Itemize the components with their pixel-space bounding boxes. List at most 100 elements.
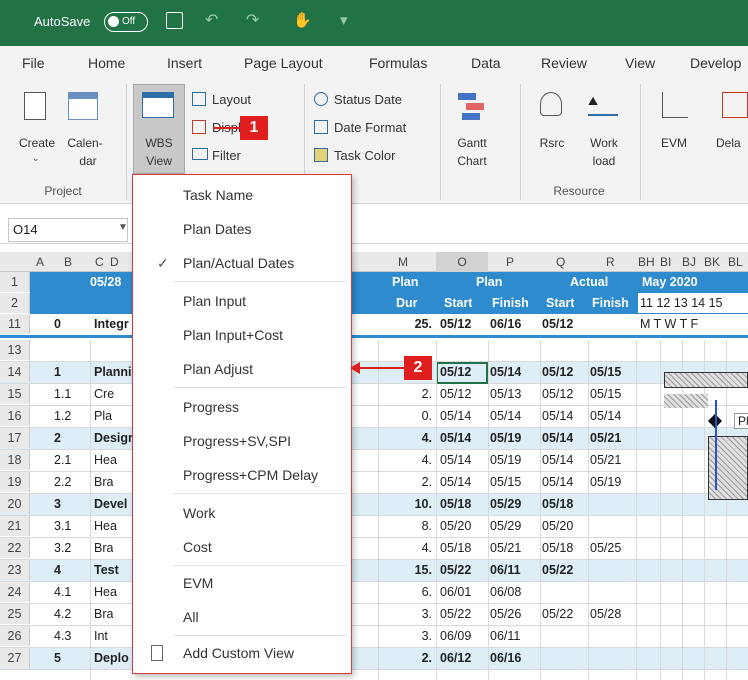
delay-icon <box>722 92 748 118</box>
row-actual-finish: 05/21 <box>590 453 622 467</box>
workload-button[interactable]: Work <box>582 134 626 152</box>
tab-home[interactable]: Home <box>88 55 125 71</box>
quick-access-more-icon[interactable]: ▾ <box>340 11 348 29</box>
row-finish: 05/13 <box>490 387 522 401</box>
menu-item-add-custom-view[interactable]: Add Custom View <box>183 645 294 661</box>
tab-file[interactable]: File <box>22 55 45 71</box>
gantt-chart-button[interactable]: Gantt <box>446 134 498 152</box>
name-box[interactable]: O14 <box>8 218 128 242</box>
col-header-bh[interactable]: BH <box>638 255 655 269</box>
create-button[interactable]: Create <box>12 134 62 152</box>
row-number[interactable]: 22 <box>0 538 30 558</box>
row-number[interactable]: 13 <box>0 340 30 360</box>
tab-insert[interactable]: Insert <box>167 55 202 71</box>
menu-separator <box>173 281 347 282</box>
col-header-bj[interactable]: BJ <box>682 255 696 269</box>
layout-button[interactable]: Layout <box>212 92 251 107</box>
row-number[interactable]: 19 <box>0 472 30 492</box>
col-header-o[interactable]: O <box>436 252 488 272</box>
menu-item-progress-sv-spi[interactable]: Progress+SV,SPI <box>183 433 291 449</box>
task-color-button[interactable]: Task Color <box>334 148 395 163</box>
tab-developer[interactable]: Develop <box>690 55 741 71</box>
menu-item-plan-input-cost[interactable]: Plan Input+Cost <box>183 327 283 343</box>
row-number[interactable]: 25 <box>0 604 30 624</box>
menu-item-all[interactable]: All <box>183 609 199 625</box>
row-number[interactable]: 23 <box>0 560 30 580</box>
col-header-a[interactable]: A <box>36 255 44 269</box>
tab-data[interactable]: Data <box>471 55 501 71</box>
row-finish: 05/19 <box>490 431 522 445</box>
row-dur: 6. <box>421 585 432 599</box>
callout-2-badge: 2 <box>404 356 432 380</box>
col-header-b[interactable]: B <box>64 255 72 269</box>
autosave-toggle[interactable]: Off <box>104 12 148 32</box>
date-format-button[interactable]: Date Format <box>334 120 406 135</box>
header-plan-dur: Plan <box>392 275 419 289</box>
menu-item-plan-adjust[interactable]: Plan Adjust <box>183 361 253 377</box>
col-header-bl[interactable]: BL <box>728 255 743 269</box>
menu-item-progress-cpm-delay[interactable]: Progress+CPM Delay <box>183 467 318 483</box>
col-header-c[interactable]: C <box>95 255 104 269</box>
delay-button[interactable]: Dela <box>716 134 748 152</box>
calendar-button[interactable]: Calen- <box>62 134 108 152</box>
name-box-dropdown-icon[interactable]: ▼ <box>118 222 128 233</box>
tab-formulas[interactable]: Formulas <box>369 55 427 71</box>
menu-item-cost[interactable]: Cost <box>183 539 212 555</box>
col-header-r[interactable]: R <box>606 255 615 269</box>
col-header-p[interactable]: P <box>506 255 514 269</box>
row-number[interactable]: 24 <box>0 582 30 602</box>
row-number[interactable]: 27 <box>0 648 30 668</box>
row-actual-start: 05/20 <box>542 519 574 533</box>
wbs-view-dropdown: Task Name Plan Dates ✓ Plan/Actual Dates… <box>132 174 352 674</box>
menu-item-plan-actual-dates[interactable]: Plan/Actual Dates <box>183 255 294 271</box>
tab-view[interactable]: View <box>625 55 655 71</box>
row-number[interactable]: 14 <box>0 362 30 382</box>
gridline <box>660 340 661 680</box>
row-actual-finish: 05/25 <box>590 541 622 555</box>
col-header-bk[interactable]: BK <box>704 255 720 269</box>
menu-item-evm[interactable]: EVM <box>183 575 213 591</box>
tab-review[interactable]: Review <box>541 55 587 71</box>
evm-button[interactable]: EVM <box>652 134 696 152</box>
col-header-m[interactable]: M <box>398 255 408 269</box>
resource-button[interactable]: Rsrc <box>530 134 574 152</box>
row-dur: 4. <box>421 453 432 467</box>
filter-button[interactable]: Filter <box>212 148 241 163</box>
row-number[interactable]: 15 <box>0 384 30 404</box>
row-number[interactable]: 16 <box>0 406 30 426</box>
row-number[interactable]: 26 <box>0 626 30 646</box>
row-start: 05/14 <box>440 453 472 467</box>
selected-cell[interactable] <box>436 362 488 384</box>
menu-item-plan-input[interactable]: Plan Input <box>183 293 246 309</box>
row-dur: 3. <box>421 607 432 621</box>
row-actual-start: 05/18 <box>542 541 574 555</box>
table-row[interactable]: 11 0 Integr 25. 05/12 06/16 05/12 M T W … <box>0 314 748 338</box>
touch-mode-icon[interactable]: ✋ <box>293 11 312 29</box>
row-finish: 05/29 <box>490 519 522 533</box>
row-actual-finish: 05/21 <box>590 431 622 445</box>
redo-icon[interactable]: ↷ <box>246 10 259 30</box>
menu-item-task-name[interactable]: Task Name <box>183 187 253 203</box>
col-header-bi[interactable]: BI <box>660 255 671 269</box>
group-project-label: Project <box>44 184 82 198</box>
row-number[interactable]: 18 <box>0 450 30 470</box>
undo-icon[interactable]: ↶ <box>205 10 218 30</box>
row-actual-start: 05/18 <box>542 497 574 511</box>
gantt-label-2: Chart <box>457 154 487 168</box>
row-number[interactable]: 21 <box>0 516 30 536</box>
menu-item-progress[interactable]: Progress <box>183 399 239 415</box>
row-finish: 06/16 <box>490 651 522 665</box>
col-header-d[interactable]: D <box>110 255 119 269</box>
row-actual-start: 05/12 <box>542 387 574 401</box>
col-header-q[interactable]: Q <box>556 255 565 269</box>
row-finish: 06/11 <box>490 629 521 643</box>
row-number[interactable]: 17 <box>0 428 30 448</box>
save-icon[interactable] <box>166 12 183 29</box>
row-task-name: Int <box>94 629 108 643</box>
menu-item-work[interactable]: Work <box>183 505 215 521</box>
status-date-button[interactable]: Status Date <box>334 92 402 107</box>
ribbon-separator <box>640 84 641 200</box>
tab-page-layout[interactable]: Page Layout <box>244 55 323 71</box>
menu-item-plan-dates[interactable]: Plan Dates <box>183 221 251 237</box>
row-number[interactable]: 20 <box>0 494 30 514</box>
